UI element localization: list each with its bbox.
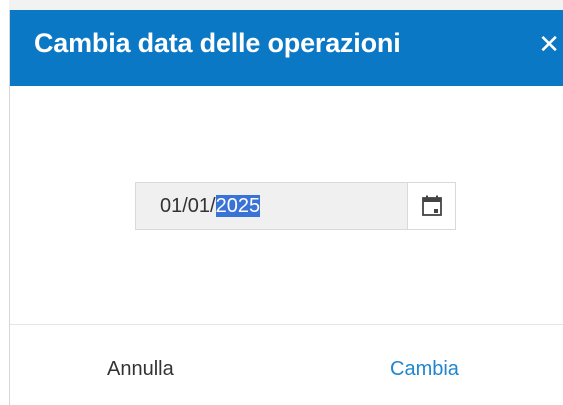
date-field[interactable]: 01/01/2025: [135, 182, 456, 230]
background-strip: [9, 0, 563, 10]
dialog-header: Cambia data delle operazioni ✕: [10, 10, 563, 86]
cancel-button[interactable]: Annulla: [107, 354, 174, 384]
date-prefix: 01/01/: [160, 195, 216, 217]
dialog-title: Cambia data delle operazioni: [34, 28, 401, 58]
date-input[interactable]: 01/01/2025: [136, 183, 408, 229]
close-icon[interactable]: ✕: [538, 29, 560, 59]
date-selected-year: 2025: [215, 195, 261, 217]
confirm-button[interactable]: Cambia: [390, 354, 459, 384]
calendar-button[interactable]: [408, 183, 455, 229]
change-date-dialog: Cambia data delle operazioni ✕ 01/01/202…: [9, 10, 563, 405]
calendar-icon: [421, 195, 442, 216]
footer-divider: [10, 324, 563, 325]
